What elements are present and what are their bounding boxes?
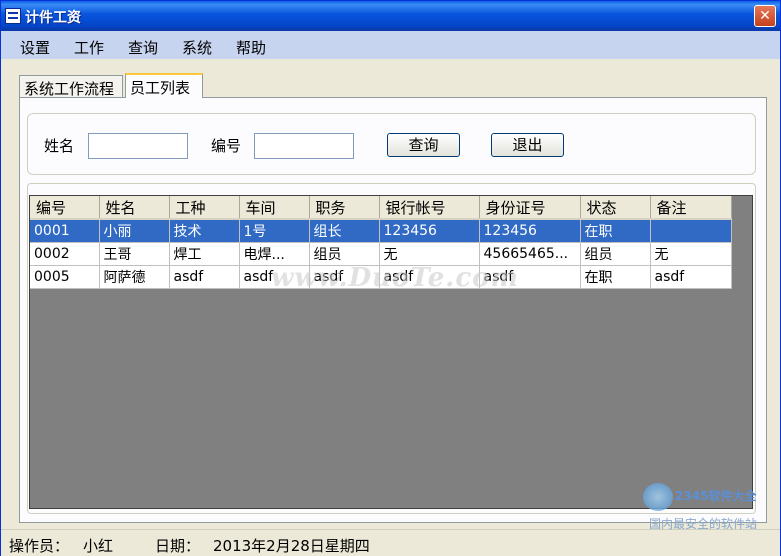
tab-employee-list[interactable]: 员工列表 xyxy=(125,73,203,98)
operator-label: 操作员： xyxy=(9,537,70,555)
table-cell[interactable]: 电焊... xyxy=(239,242,310,266)
table-row[interactable]: 0002 王哥 焊工 电焊... 组员 无 45665465... 组员 无 xyxy=(30,242,732,266)
mascot-icon xyxy=(643,483,673,511)
menu-settings[interactable]: 设置 xyxy=(20,37,50,58)
table-cell[interactable]: 无 xyxy=(379,242,480,266)
operator-value: 小红 xyxy=(83,537,114,555)
number-label: 编号 xyxy=(211,137,242,155)
table-cell[interactable]: 在职 xyxy=(580,219,651,243)
status-bar: 操作员： 小红 日期： 2013年2月28日星期四 xyxy=(1,529,780,556)
query-button[interactable]: 查询 xyxy=(387,133,460,157)
close-button[interactable]: ✕ xyxy=(754,5,776,27)
table-cell[interactable]: 技术 xyxy=(169,219,240,243)
col-header-status[interactable]: 状态 xyxy=(580,196,651,220)
table-cell[interactable]: 组员 xyxy=(309,242,380,266)
table-cell[interactable]: 在职 xyxy=(580,265,651,289)
menu-bar: 设置 工作 查询 系统 帮助 xyxy=(1,31,780,59)
logo-text: 2345软件大全 xyxy=(675,489,757,503)
table-cell[interactable]: 123456 xyxy=(379,219,480,243)
menu-system[interactable]: 系统 xyxy=(182,37,212,58)
menu-help[interactable]: 帮助 xyxy=(236,37,266,58)
table-cell[interactable] xyxy=(650,219,732,243)
table-cell[interactable]: 1号 xyxy=(239,219,310,243)
table-cell[interactable]: 123456 xyxy=(479,219,581,243)
logo-subtitle: 国内最安全的软件站 xyxy=(649,517,758,531)
date-value: 2013年2月28日星期四 xyxy=(213,537,370,555)
name-input[interactable] xyxy=(88,133,188,159)
table-row[interactable]: 0001 小丽 技术 1号 组长 123456 123456 在职 xyxy=(30,219,732,243)
title-bar[interactable]: 计件工资 ✕ xyxy=(1,1,780,31)
col-header-remark[interactable]: 备注 xyxy=(650,196,732,220)
app-window: 计件工资 ✕ 设置 工作 查询 系统 帮助 系统工作流程 员工列表 姓名 编号 … xyxy=(0,0,781,556)
table-cell[interactable]: asdf xyxy=(169,265,240,289)
table-cell[interactable]: 焊工 xyxy=(169,242,240,266)
table-cell[interactable]: 阿萨德 xyxy=(99,265,170,289)
table-cell[interactable]: asdf xyxy=(650,265,732,289)
table-cell[interactable]: 0001 xyxy=(30,219,100,243)
name-label: 姓名 xyxy=(44,137,75,155)
col-header-job-type[interactable]: 工种 xyxy=(169,196,240,220)
watermark-logo: 2345软件大全 国内最安全的软件站 xyxy=(641,481,779,531)
col-header-id-number[interactable]: 身份证号 xyxy=(479,196,581,220)
window-title: 计件工资 xyxy=(25,10,81,26)
table-cell[interactable]: 组长 xyxy=(309,219,380,243)
employee-grid[interactable]: 编号 姓名 工种 车间 职务 银行帐号 身份证号 状态 备注 0001 小丽 技… xyxy=(29,195,753,509)
table-cell[interactable]: 0002 xyxy=(30,242,100,266)
tab-workflow[interactable]: 系统工作流程 xyxy=(19,75,123,98)
number-input[interactable] xyxy=(254,133,354,159)
table-cell[interactable]: 0005 xyxy=(30,265,100,289)
table-cell[interactable]: 45665465... xyxy=(479,242,581,266)
menu-query[interactable]: 查询 xyxy=(128,37,158,58)
table-cell[interactable]: 无 xyxy=(650,242,732,266)
app-icon xyxy=(5,8,21,24)
watermark-text: www.DuoTe.com xyxy=(271,263,520,293)
col-header-position[interactable]: 职务 xyxy=(309,196,380,220)
col-header-name[interactable]: 姓名 xyxy=(99,196,170,220)
table-cell[interactable]: 王哥 xyxy=(99,242,170,266)
table-cell[interactable]: 组员 xyxy=(580,242,651,266)
table-cell[interactable]: 小丽 xyxy=(99,219,170,243)
table-header: 编号 姓名 工种 车间 职务 银行帐号 身份证号 状态 备注 xyxy=(30,196,732,220)
date-label: 日期： xyxy=(155,537,201,555)
menu-work[interactable]: 工作 xyxy=(74,37,104,58)
exit-button[interactable]: 退出 xyxy=(491,133,564,157)
col-header-bank-account[interactable]: 银行帐号 xyxy=(379,196,480,220)
col-header-number[interactable]: 编号 xyxy=(30,196,100,220)
col-header-workshop[interactable]: 车间 xyxy=(239,196,310,220)
